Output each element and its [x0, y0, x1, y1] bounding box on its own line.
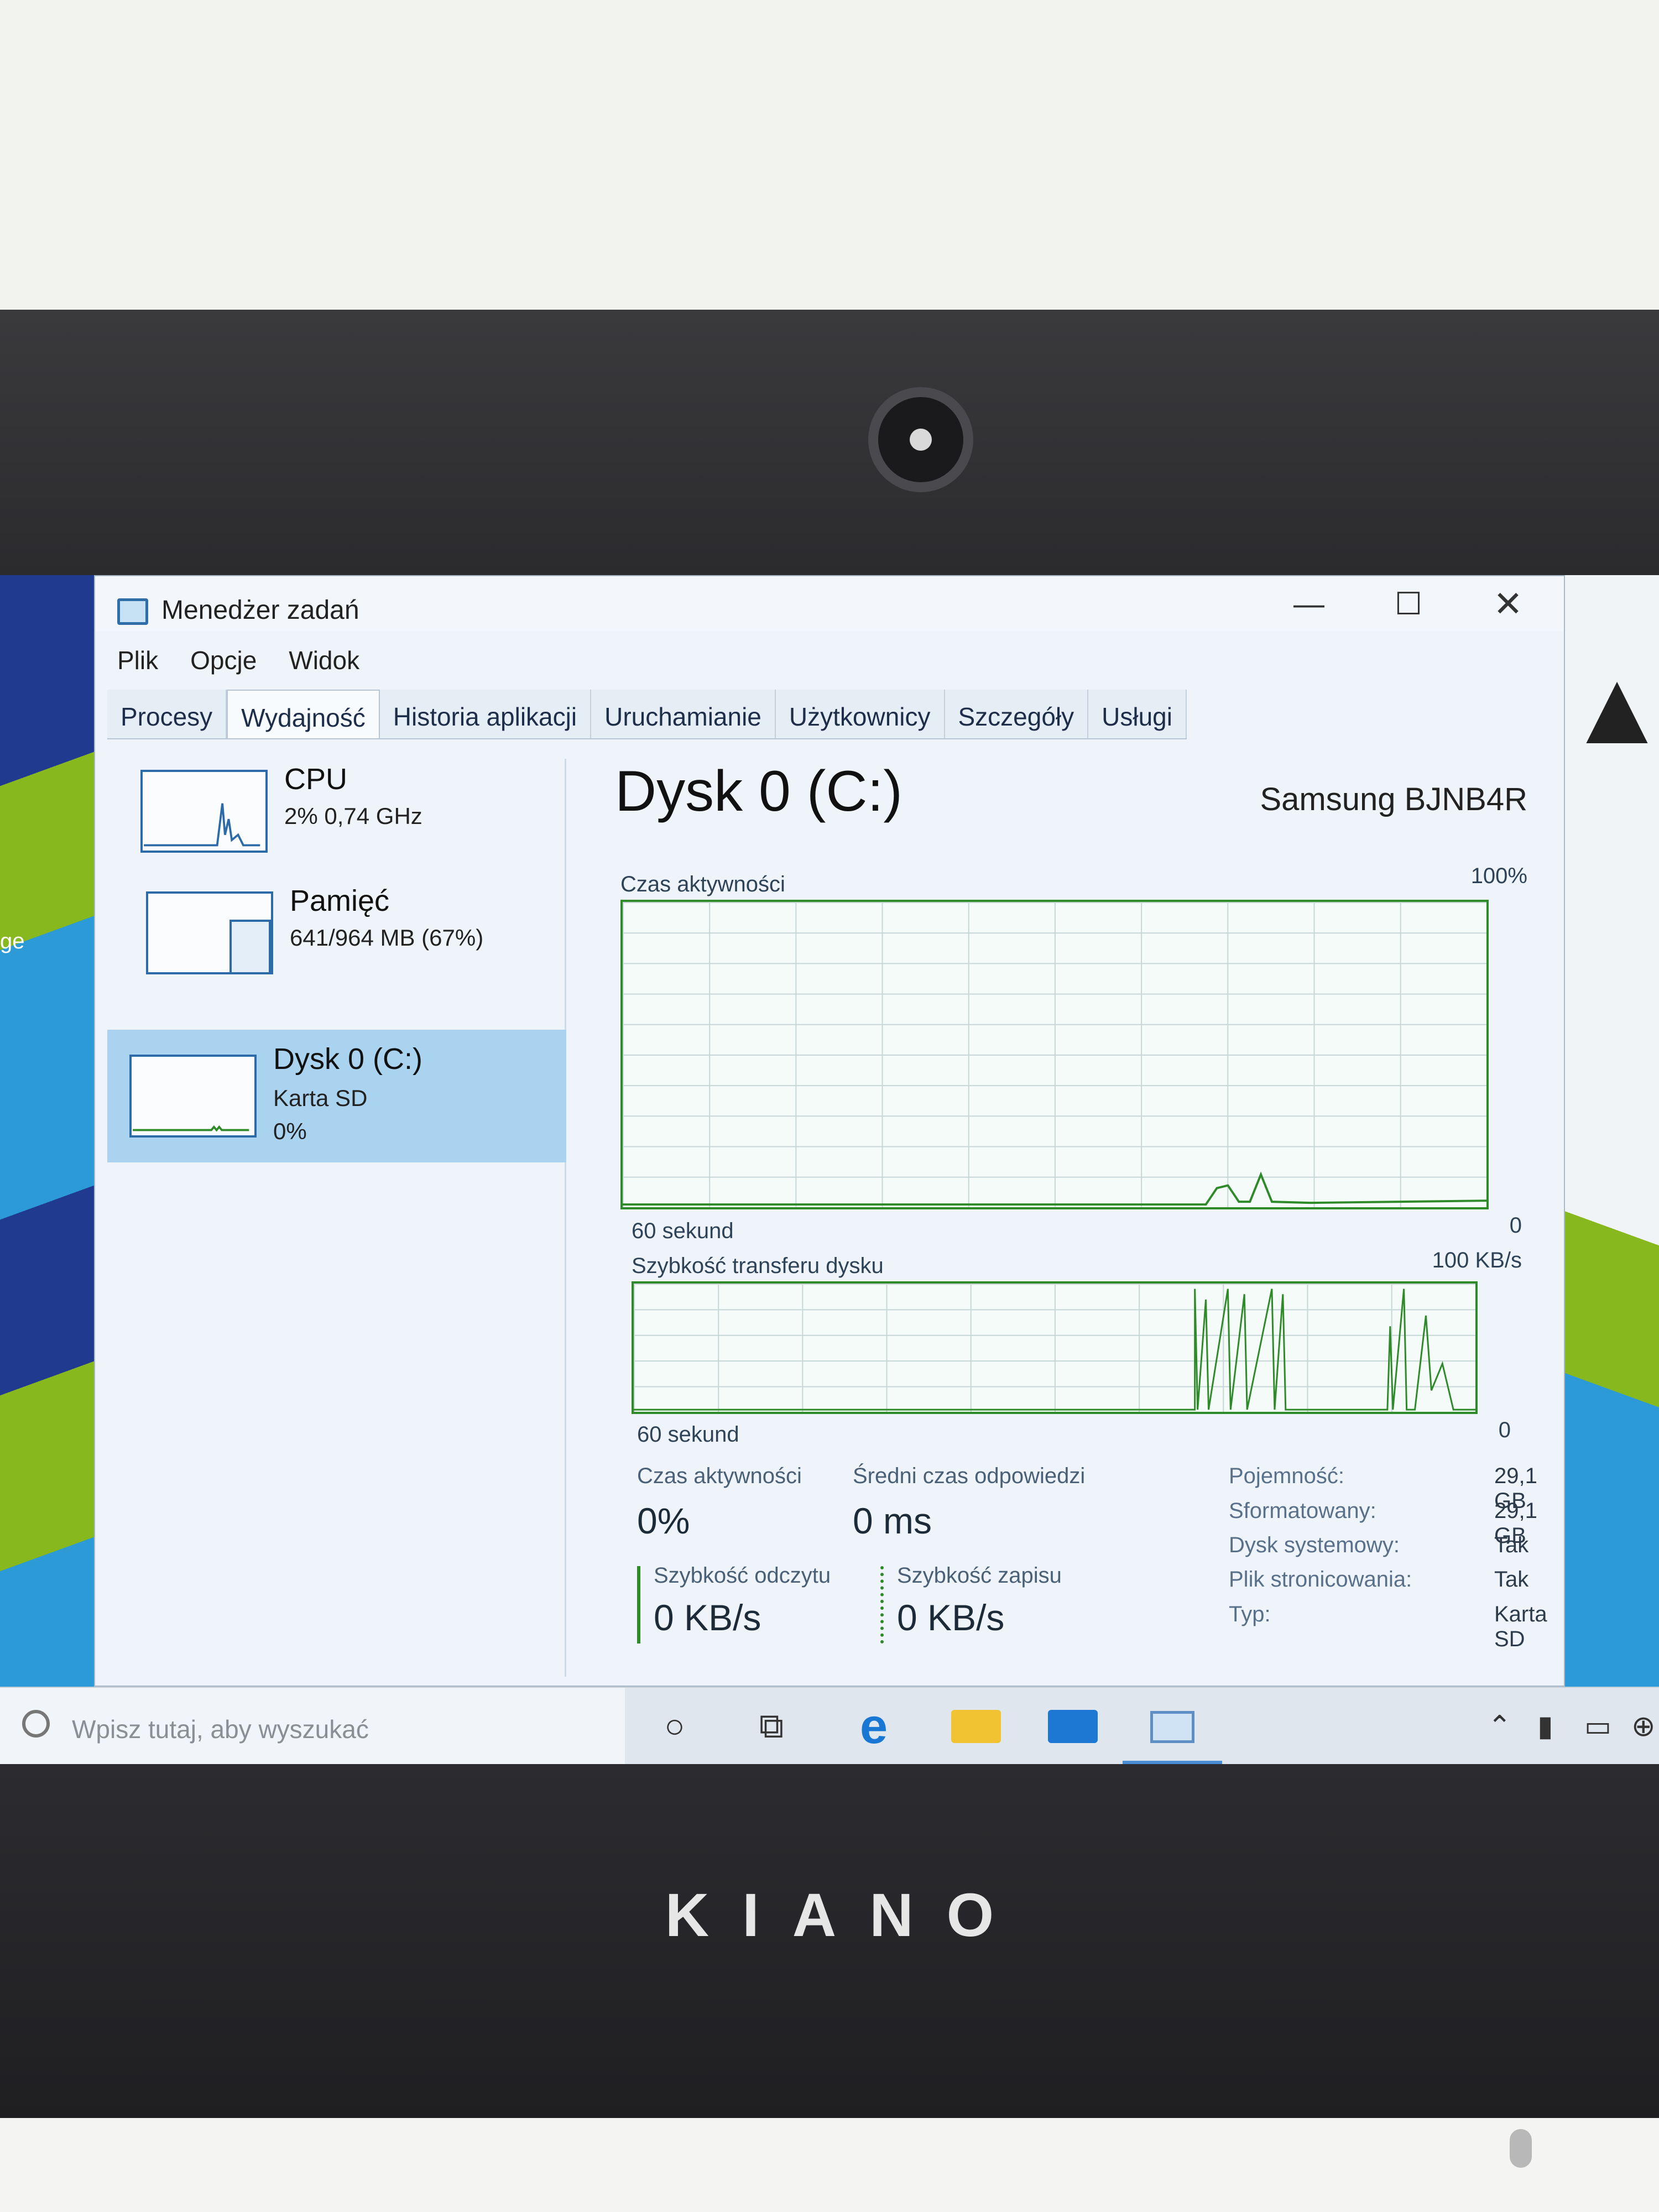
- property-page-file-label: Plik stronicowania:: [1229, 1567, 1412, 1592]
- minimize-button[interactable]: —: [1267, 582, 1350, 626]
- disk-model: Samsung BJNB4R: [1260, 781, 1527, 817]
- mail-icon[interactable]: [1048, 1710, 1098, 1743]
- disk-type: Karta SD: [273, 1085, 368, 1111]
- property-capacity-label: Pojemność:: [1229, 1464, 1344, 1488]
- cpu-detail: 2% 0,74 GHz: [284, 803, 422, 829]
- disk-thumbnail-graph: [129, 1055, 257, 1138]
- disk-usage: 0%: [273, 1118, 307, 1144]
- title-bar[interactable]: Menedżer zadań — ☐ ✕: [95, 576, 1564, 632]
- search-placeholder: Wpisz tutaj, aby wyszukać: [72, 1715, 369, 1744]
- active-time-label: Czas aktywności: [637, 1464, 802, 1488]
- activity-graph-max: 100%: [1470, 864, 1527, 888]
- activity-graph-line: [623, 1171, 1486, 1206]
- write-speed-indicator: [880, 1566, 884, 1644]
- transfer-graph-time: 60 sekund: [637, 1422, 739, 1447]
- file-explorer-icon[interactable]: [951, 1710, 1001, 1743]
- globe-icon[interactable]: ⊕: [1631, 1710, 1656, 1743]
- active-time-value: 0%: [637, 1500, 690, 1541]
- task-manager-window: Menedżer zadań — ☐ ✕ Plik Opcje Widok Pr…: [94, 575, 1565, 1687]
- cpu-label: CPU: [284, 763, 348, 796]
- battery-icon[interactable]: ▭: [1584, 1710, 1611, 1743]
- tab-bar: Procesy Wydajność Historia aplikacji Uru…: [107, 690, 1187, 739]
- desktop-logo-icon: ▲: [1565, 649, 1659, 766]
- sidebar-item-cpu[interactable]: CPU 2% 0,74 GHz: [107, 759, 566, 891]
- cpu-sparkline: [144, 803, 260, 847]
- write-speed-label: Szybkość zapisu: [897, 1563, 1062, 1588]
- read-speed-indicator: [637, 1566, 640, 1644]
- top-bezel: [0, 310, 1659, 575]
- desk-surface: [0, 2118, 1659, 2212]
- activity-graph-min: 0: [1509, 1213, 1522, 1238]
- tab-startup[interactable]: Uruchamianie: [591, 690, 776, 738]
- menu-options[interactable]: Opcje: [190, 645, 257, 684]
- property-type-value: Karta SD: [1494, 1602, 1547, 1651]
- property-type-label: Typ:: [1229, 1602, 1271, 1626]
- tab-app-history[interactable]: Historia aplikacji: [379, 690, 592, 738]
- disk-sparkline: [133, 1125, 249, 1132]
- task-view-icon[interactable]: ⧉: [747, 1704, 796, 1749]
- write-speed-value: 0 KB/s: [897, 1597, 1005, 1638]
- chevron-up-icon[interactable]: ⌃: [1488, 1710, 1512, 1743]
- transfer-graph-min: 0: [1498, 1418, 1511, 1442]
- webcam: [868, 387, 973, 492]
- activity-graph-time: 60 sekund: [632, 1219, 734, 1243]
- edge-icon[interactable]: e: [849, 1702, 899, 1751]
- memory-thumbnail-graph: [146, 891, 273, 974]
- tab-services[interactable]: Usługi: [1088, 690, 1187, 738]
- property-page-file-value: Tak: [1494, 1567, 1529, 1592]
- response-time-label: Średni czas odpowiedzi: [853, 1464, 1086, 1488]
- brand-logo: KIANO: [665, 1881, 1027, 1949]
- cpu-thumbnail-graph: [140, 770, 268, 853]
- taskbar: Wpisz tutaj, aby wyszukać ○ ⧉ e ⌃ ▮ ▭ ⊕: [0, 1687, 1659, 1764]
- tab-performance[interactable]: Wydajność: [227, 690, 380, 738]
- tab-processes[interactable]: Procesy: [107, 690, 227, 738]
- microphone-icon: [1510, 2129, 1532, 2168]
- sidebar-item-memory[interactable]: Pamięć 641/964 MB (67%): [107, 880, 566, 1013]
- screen: ge ▲ Menedżer zadań — ☐ ✕ Plik Opcje Wid…: [0, 575, 1659, 1764]
- transfer-graph-line: [634, 1288, 1475, 1411]
- response-time-value: 0 ms: [853, 1500, 932, 1541]
- window-title: Menedżer zadań: [161, 596, 359, 625]
- cortana-icon[interactable]: ○: [650, 1704, 700, 1749]
- sidebar-item-disk[interactable]: Dysk 0 (C:) Karta SD 0%: [107, 1030, 566, 1162]
- menu-bar: Plik Opcje Widok: [117, 645, 359, 684]
- task-manager-icon: [117, 598, 148, 625]
- activity-graph: [620, 900, 1489, 1209]
- transfer-graph-max: 100 KB/s: [1432, 1248, 1522, 1272]
- read-speed-value: 0 KB/s: [654, 1597, 761, 1638]
- maximize-button[interactable]: ☐: [1367, 582, 1450, 626]
- property-system-disk-value: Tak: [1494, 1533, 1529, 1557]
- tab-details[interactable]: Szczegóły: [945, 690, 1089, 738]
- task-manager-taskbar-icon[interactable]: [1150, 1711, 1194, 1743]
- activity-graph-label: Czas aktywności: [620, 872, 785, 896]
- network-icon[interactable]: ▮: [1537, 1710, 1553, 1743]
- transfer-graph-label: Szybkość transferu dysku: [632, 1254, 884, 1278]
- disk-details-panel: Dysk 0 (C:) Samsung BJNB4R Czas aktywnoś…: [615, 759, 1547, 1677]
- tab-users[interactable]: Użytkownicy: [775, 690, 945, 738]
- memory-label: Pamięć: [290, 884, 390, 917]
- memory-usage-fill: [229, 919, 271, 972]
- performance-sidebar: CPU 2% 0,74 GHz Pamięć 641/964 MB (67%) …: [107, 759, 566, 1677]
- taskbar-search-box[interactable]: Wpisz tutaj, aby wyszukać: [0, 1688, 625, 1764]
- close-button[interactable]: ✕: [1467, 582, 1550, 626]
- page-title: Dysk 0 (C:): [615, 759, 902, 823]
- search-icon: [22, 1710, 50, 1738]
- transfer-graph: [632, 1281, 1478, 1414]
- desktop-icon-label[interactable]: ge: [0, 929, 25, 954]
- disk-label: Dysk 0 (C:): [273, 1042, 422, 1076]
- property-system-disk-label: Dysk systemowy:: [1229, 1533, 1400, 1557]
- read-speed-label: Szybkość odczytu: [654, 1563, 831, 1588]
- menu-view[interactable]: Widok: [289, 645, 359, 684]
- menu-file[interactable]: Plik: [117, 645, 158, 684]
- memory-detail: 641/964 MB (67%): [290, 925, 484, 951]
- property-formatted-label: Sformatowany:: [1229, 1499, 1376, 1523]
